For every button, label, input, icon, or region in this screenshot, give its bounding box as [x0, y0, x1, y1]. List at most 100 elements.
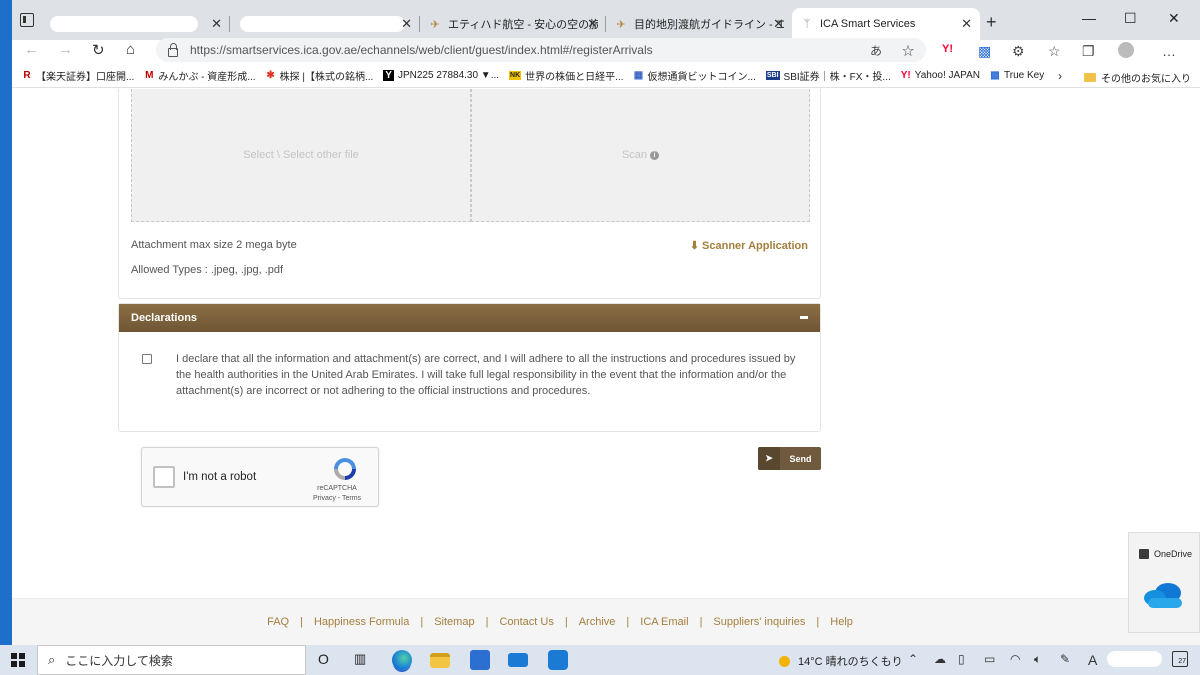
- tab-redacted-2[interactable]: ✕: [230, 8, 420, 40]
- app-icon[interactable]: [548, 650, 568, 670]
- footer-link-ica-email[interactable]: ICA Email: [640, 616, 688, 628]
- tab-ica-smart-services[interactable]: ᛘ ICA Smart Services ✕: [792, 8, 980, 40]
- yahoo-extension-icon[interactable]: Y!: [942, 43, 953, 55]
- taskbar-search-box[interactable]: ⌕ ここに入力して検索: [37, 645, 306, 675]
- recaptcha-widget: I'm not a robot reCAPTCHA Privacy - Term…: [141, 447, 379, 507]
- close-icon[interactable]: ✕: [587, 16, 598, 32]
- tab-etihad-guidelines[interactable]: ✈ 目的地別渡航ガイドライン - エティハ ✕: [606, 8, 792, 40]
- close-icon[interactable]: ✕: [211, 16, 222, 32]
- windows-start-icon[interactable]: [11, 653, 25, 667]
- window-close-button[interactable]: ✕: [1168, 10, 1180, 27]
- favorites-icon[interactable]: ☆: [1048, 43, 1061, 60]
- close-icon[interactable]: ✕: [773, 16, 784, 32]
- more-menu-icon[interactable]: …: [1162, 43, 1176, 59]
- new-tab-button[interactable]: +: [986, 12, 997, 33]
- volume-icon[interactable]: 🔈︎: [1034, 652, 1041, 667]
- send-label: Send: [789, 453, 812, 464]
- collections-icon[interactable]: ❐: [1082, 43, 1095, 60]
- yahoo-icon: Y!: [900, 70, 911, 81]
- bookmark-yahoo-japan[interactable]: Y! Yahoo! JAPAN: [901, 70, 980, 81]
- bookmark-nikkei[interactable]: NK 世界の株価と日経平...: [509, 68, 624, 83]
- extensions-icon[interactable]: ⚙: [1012, 43, 1025, 60]
- device-tray-icon[interactable]: ▯: [958, 652, 965, 666]
- footer-link-sitemap[interactable]: Sitemap: [434, 616, 474, 628]
- edge-icon[interactable]: [392, 650, 412, 670]
- tab-label: ICA Smart Services: [820, 18, 916, 30]
- tab-redacted-1[interactable]: ✕: [40, 8, 230, 40]
- bookmark-true-key[interactable]: ▩ True Key: [990, 70, 1044, 81]
- recaptcha-terms-link[interactable]: Privacy - Terms: [302, 495, 372, 502]
- allowed-types-note: Allowed Types : .jpeg, .jpg, .pdf: [131, 264, 284, 276]
- collapse-icon[interactable]: [800, 316, 808, 319]
- pen-icon[interactable]: ✎: [1060, 652, 1070, 666]
- tab-actions-icon[interactable]: [20, 13, 34, 27]
- ime-indicator[interactable]: A: [1088, 652, 1097, 668]
- scanner-application-link[interactable]: ⬇ Scanner Application: [689, 239, 808, 253]
- weather-sun-icon: [779, 655, 790, 667]
- close-icon[interactable]: ✕: [961, 16, 972, 32]
- scanner-link-label: Scanner Application: [702, 239, 808, 252]
- close-icon[interactable]: ✕: [401, 16, 412, 32]
- cloud-tray-icon[interactable]: ☁: [934, 652, 946, 666]
- footer-link-happiness-formula[interactable]: Happiness Formula: [314, 616, 409, 628]
- microsoft-store-icon[interactable]: [470, 650, 490, 670]
- widgets-icon[interactable]: ▥: [354, 651, 366, 667]
- task-view-icon[interactable]: O: [318, 651, 329, 667]
- onedrive-notification[interactable]: OneDrive: [1128, 532, 1200, 633]
- bookmark-minkabu[interactable]: M みんかぶ - 資産形成...: [144, 68, 255, 83]
- url-field[interactable]: https://smartservices.ica.gov.ae/echanne…: [156, 38, 926, 62]
- bookmark-label: 【楽天証券】口座開...: [36, 72, 135, 83]
- bookmark-label: 仮想通貨ビットコイン...: [647, 72, 756, 83]
- bookmark-other-favorites[interactable]: その他のお気に入り: [1084, 70, 1191, 85]
- jpn225-icon: Y: [383, 70, 394, 81]
- select-file-dropzone[interactable]: Select \ Select other file: [131, 89, 471, 222]
- desktop-background: [0, 0, 12, 645]
- footer-link-faq[interactable]: FAQ: [267, 616, 289, 628]
- wifi-icon[interactable]: ◠: [1010, 652, 1020, 666]
- battery-icon[interactable]: ▭: [984, 652, 995, 666]
- back-arrow-icon[interactable]: ←: [24, 41, 39, 58]
- declarations-header[interactable]: Declarations: [119, 304, 820, 332]
- profile-avatar[interactable]: [1118, 42, 1134, 58]
- bookmark-crypto[interactable]: ▦ 仮想通貨ビットコイン...: [634, 68, 756, 83]
- paper-plane-icon: ➤: [758, 447, 780, 470]
- bookmark-label: その他のお気に入り: [1101, 74, 1191, 85]
- weather-widget[interactable]: 14°C 晴れのちくもり: [779, 653, 903, 669]
- scan-dropzone[interactable]: Scan i: [471, 89, 810, 222]
- tab-etihad[interactable]: ✈ エティハド航空 - 安心の空の旅 ✕: [420, 8, 606, 40]
- url-text: https://smartservices.ica.gov.ae/echanne…: [190, 43, 653, 57]
- bookmark-sbi[interactable]: SBI SBI証券｜株・FX・投...: [765, 68, 891, 83]
- bookmark-label: 株探 |【株式の銘柄...: [279, 72, 374, 83]
- mail-icon[interactable]: [508, 653, 528, 667]
- footer-link-archive[interactable]: Archive: [579, 616, 616, 628]
- bookmark-kabutan[interactable]: ✱ 株探 |【株式の銘柄...: [266, 68, 374, 83]
- footer-link-contact-us[interactable]: Contact Us: [499, 616, 553, 628]
- read-aloud-icon[interactable]: あ ☆: [870, 42, 914, 59]
- minimize-button[interactable]: —: [1082, 10, 1096, 26]
- onedrive-app-icon: [1139, 549, 1149, 559]
- bookmark-rakuten[interactable]: R 【楽天証券】口座開...: [22, 68, 134, 83]
- home-icon[interactable]: ⌂: [126, 41, 135, 58]
- bookmark-jpn225[interactable]: Y JPN225 27884.30 ▼...: [383, 70, 499, 81]
- page-content: Select \ Select other file Scan i Attach…: [12, 89, 1200, 645]
- chevron-up-icon[interactable]: ⌃: [908, 652, 918, 666]
- chevron-right-icon[interactable]: ›: [1058, 69, 1062, 83]
- info-icon[interactable]: i: [650, 150, 660, 160]
- footer-separator: |: [420, 616, 424, 628]
- forward-arrow-icon[interactable]: →: [58, 41, 73, 58]
- recaptcha-checkbox[interactable]: [153, 466, 175, 488]
- declaration-checkbox[interactable]: [142, 354, 152, 364]
- etihad-favicon-icon: ✈: [616, 18, 626, 31]
- footer-link-suppliers-inquiries[interactable]: Suppliers' inquiries: [713, 616, 805, 628]
- download-icon: ⬇: [689, 240, 700, 252]
- notification-center-icon[interactable]: 27: [1172, 651, 1188, 667]
- footer-link-help[interactable]: Help: [830, 616, 853, 628]
- maximize-button[interactable]: ☐: [1124, 10, 1137, 27]
- reload-icon[interactable]: ↻: [92, 41, 105, 59]
- truekey-icon: ▩: [990, 70, 1000, 81]
- send-button[interactable]: ➤ Send: [758, 447, 821, 470]
- tab-label: 目的地別渡航ガイドライン - エティハ: [634, 19, 784, 31]
- file-explorer-icon[interactable]: [430, 653, 450, 668]
- truekey-extension-icon[interactable]: ▩: [978, 43, 991, 60]
- bookmark-label: 世界の株価と日経平...: [525, 72, 624, 83]
